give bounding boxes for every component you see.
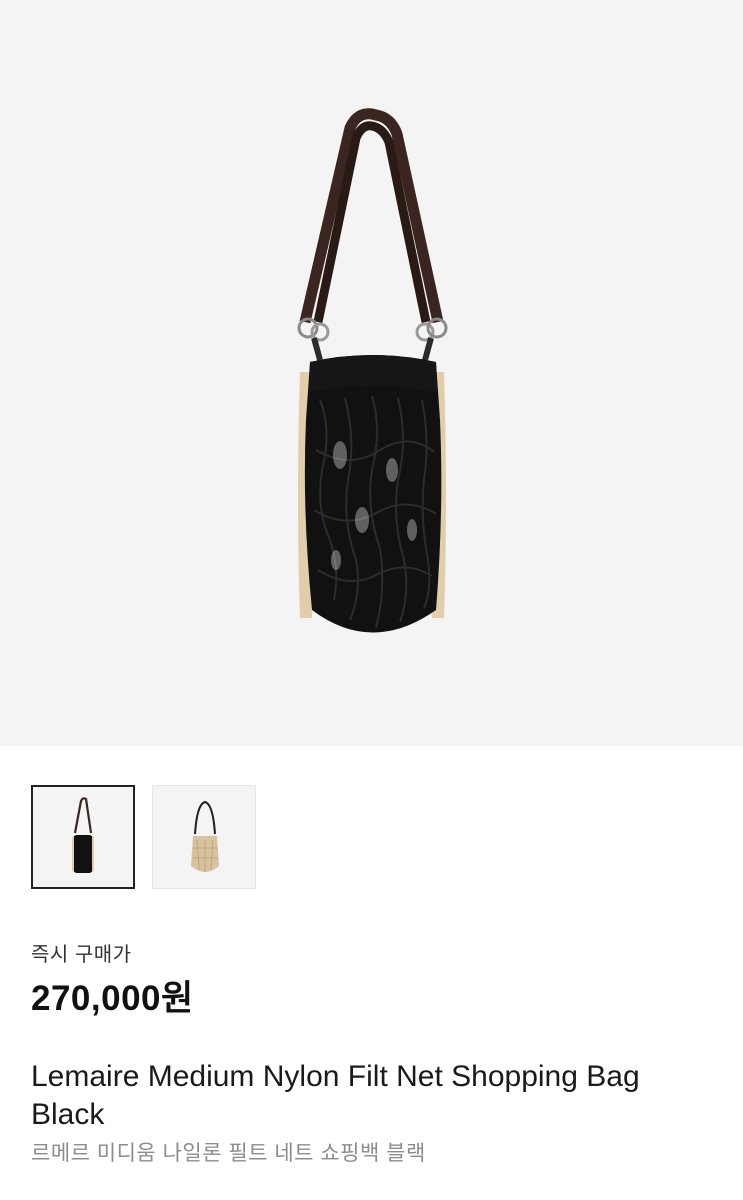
beige-bag-thumbnail-icon [191, 800, 219, 872]
price-value: 270,000원 [31, 979, 194, 1018]
black-net-bag-image [297, 108, 448, 633]
black-bag-thumbnail-icon [72, 797, 94, 873]
thumbnail-beige[interactable] [152, 785, 256, 889]
instant-buy-price-label: 즉시 구매가 [31, 944, 132, 966]
product-image-main[interactable] [0, 0, 743, 746]
thumbnail-black[interactable] [31, 785, 135, 889]
product-title: Lemaire Medium Nylon Filt Net Shopping B… [31, 1060, 640, 1131]
product-subtitle-korean: 르메르 미디움 나일론 필트 네트 쇼핑백 블랙 [31, 1142, 426, 1165]
